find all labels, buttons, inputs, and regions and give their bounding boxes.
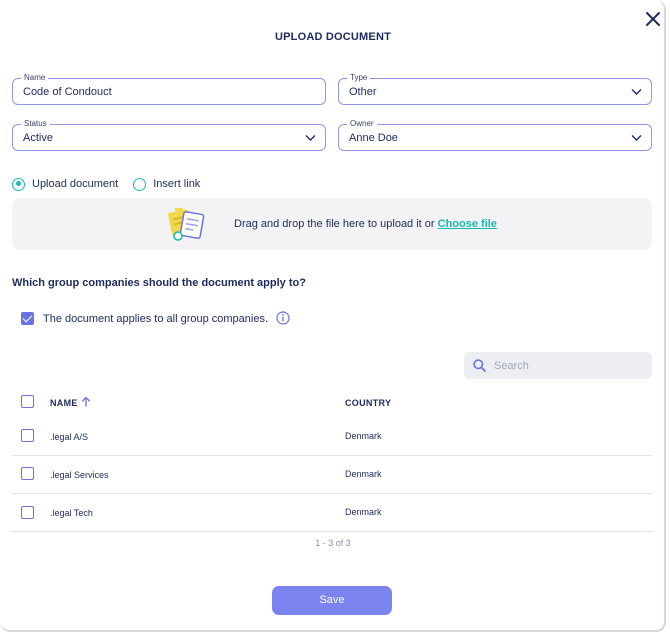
insert-link-radio[interactable] — [133, 177, 147, 191]
search-input[interactable]: Search — [464, 352, 652, 379]
company-name: .legal Services — [50, 470, 109, 480]
dropzone-text: Drag and drop the file here to upload it… — [234, 218, 497, 230]
select-all-checkbox[interactable] — [21, 395, 34, 408]
status-select[interactable]: Status Active — [12, 119, 326, 151]
dropzone-instructions: Drag and drop the file here to upload it… — [234, 218, 435, 230]
source-radio-group: Upload document Insert link — [12, 177, 200, 191]
pagination-info: 1 - 3 of 3 — [315, 538, 351, 548]
upload-document-label[interactable]: Upload document — [32, 178, 118, 190]
status-label: Status — [21, 119, 50, 129]
file-dropzone[interactable]: Drag and drop the file here to upload it… — [12, 198, 652, 250]
owner-label: Owner — [347, 119, 377, 129]
chevron-down-icon[interactable] — [631, 88, 642, 96]
close-icon[interactable] — [644, 10, 662, 28]
row-checkbox[interactable] — [21, 429, 34, 442]
name-label: Name — [21, 73, 49, 83]
row-checkbox[interactable] — [21, 506, 34, 519]
column-header-name[interactable]: NAME — [50, 398, 78, 408]
name-field[interactable]: Name Code of Condouct — [12, 73, 326, 105]
company-country: Denmark — [345, 469, 382, 479]
owner-value: Anne Doe — [349, 132, 398, 144]
name-value[interactable]: Code of Condouct — [23, 86, 112, 98]
choose-file-link[interactable]: Choose file — [438, 218, 497, 230]
dialog-title: UPLOAD DOCUMENT — [274, 31, 392, 43]
save-button[interactable]: Save — [272, 586, 392, 615]
company-name: .legal A/S — [50, 432, 89, 442]
chevron-down-icon[interactable] — [631, 134, 642, 142]
group-companies-question: Which group companies should the documen… — [12, 277, 306, 289]
search-placeholder: Search — [494, 360, 529, 372]
upload-document-dialog: UPLOAD DOCUMENT Name Code of Condouct Ty… — [0, 0, 666, 632]
row-divider — [12, 531, 652, 532]
company-name: .legal Tech — [50, 508, 93, 518]
company-country: Denmark — [345, 507, 382, 517]
search-icon — [473, 359, 486, 372]
insert-link-label[interactable]: Insert link — [153, 178, 200, 190]
owner-select[interactable]: Owner Anne Doe — [338, 119, 652, 151]
applies-all-checkbox[interactable] — [21, 312, 34, 325]
column-header-country[interactable]: COUNTRY — [345, 398, 391, 408]
applies-all-label[interactable]: The document applies to all group compan… — [43, 313, 268, 325]
row-checkbox[interactable] — [21, 467, 34, 480]
type-value: Other — [349, 86, 377, 98]
document-upload-icon — [168, 208, 205, 241]
chevron-down-icon[interactable] — [305, 134, 316, 142]
row-divider — [12, 455, 652, 456]
info-icon[interactable] — [276, 311, 290, 325]
row-divider — [12, 493, 652, 494]
sort-arrow-up-icon[interactable] — [81, 396, 91, 407]
upload-document-radio[interactable] — [12, 177, 25, 191]
type-select[interactable]: Type Other — [338, 73, 652, 105]
company-country: Denmark — [345, 431, 382, 441]
type-label: Type — [347, 73, 371, 83]
status-value: Active — [23, 132, 53, 144]
